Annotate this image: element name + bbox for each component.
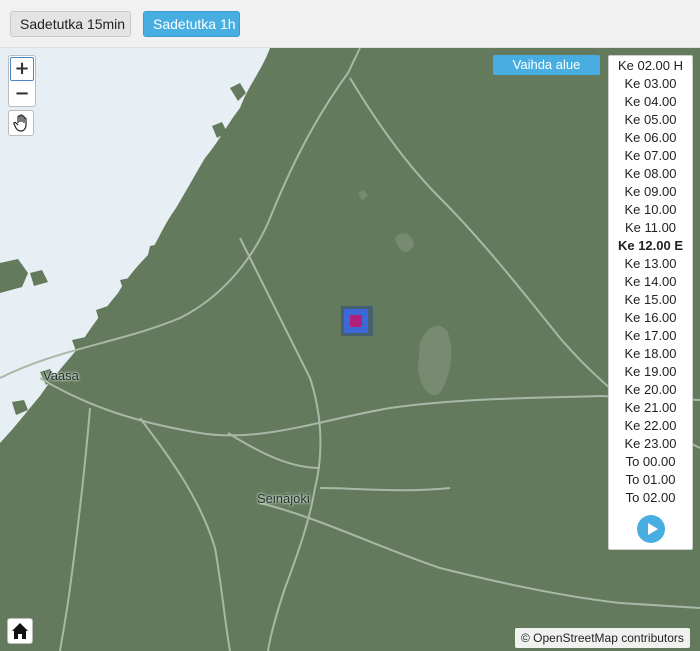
time-item[interactable]: Ke 13.00 <box>609 255 692 273</box>
time-item[interactable]: To 01.00 <box>609 471 692 489</box>
time-item[interactable]: To 00.00 <box>609 453 692 471</box>
time-item[interactable]: Ke 03.00 <box>609 75 692 93</box>
pan-tool-button[interactable] <box>8 110 34 136</box>
time-item[interactable]: Ke 02.00 H <box>609 57 692 75</box>
time-item[interactable]: Ke 20.00 <box>609 381 692 399</box>
time-item[interactable]: Ke 08.00 <box>609 165 692 183</box>
time-item[interactable]: Ke 12.00 E <box>609 237 692 255</box>
home-button[interactable] <box>7 618 33 644</box>
time-item[interactable]: Ke 19.00 <box>609 363 692 381</box>
sea-area <box>0 48 270 443</box>
time-item[interactable]: Ke 09.00 <box>609 183 692 201</box>
zoom-out-button[interactable]: − <box>10 82 34 106</box>
tab-radar-1h[interactable]: Sadetutka 1h <box>143 11 240 37</box>
time-item[interactable]: Ke 18.00 <box>609 345 692 363</box>
zoom-controls: + − <box>8 55 36 107</box>
time-item[interactable]: To 02.00 <box>609 489 692 507</box>
change-area-button[interactable]: Vaihda alue <box>493 55 600 75</box>
time-item[interactable]: Ke 14.00 <box>609 273 692 291</box>
home-icon <box>12 623 28 639</box>
time-selector-panel: Ke 02.00 H Ke 03.00 Ke 04.00 Ke 05.00 Ke 06.… <box>608 55 693 550</box>
tab-radar-15min[interactable]: Sadetutka 15min <box>10 11 131 37</box>
city-label-vaasa: Vaasa <box>43 368 79 383</box>
radar-echo <box>341 306 373 336</box>
time-item[interactable]: Ke 15.00 <box>609 291 692 309</box>
time-item[interactable]: Ke 06.00 <box>609 129 692 147</box>
lakes <box>358 190 452 396</box>
hand-pan-icon <box>13 114 27 132</box>
time-list: Ke 02.00 H Ke 03.00 Ke 04.00 Ke 05.00 Ke 06.… <box>609 57 692 507</box>
time-item[interactable]: Ke 11.00 <box>609 219 692 237</box>
time-item[interactable]: Ke 23.00 <box>609 435 692 453</box>
play-icon[interactable] <box>637 515 665 543</box>
map-base-layer <box>0 48 700 651</box>
time-item[interactable]: Ke 04.00 <box>609 93 692 111</box>
time-item[interactable]: Ke 10.00 <box>609 201 692 219</box>
time-item[interactable]: Ke 17.00 <box>609 327 692 345</box>
time-item[interactable]: Ke 05.00 <box>609 111 692 129</box>
zoom-in-button[interactable]: + <box>10 57 34 81</box>
time-item[interactable]: Ke 22.00 <box>609 417 692 435</box>
time-item[interactable]: Ke 21.00 <box>609 399 692 417</box>
time-item[interactable]: Ke 07.00 <box>609 147 692 165</box>
map-attribution[interactable]: © OpenStreetMap contributors <box>515 628 690 648</box>
tab-bar: Sadetutka 15min Sadetutka 1h <box>0 0 700 48</box>
time-item[interactable]: Ke 16.00 <box>609 309 692 327</box>
map-view[interactable]: + − Vaihda alue Ke 02.00 H Ke 03.00 Ke 04.… <box>0 48 700 651</box>
city-label-seinajoki: Seinäjoki <box>257 491 310 506</box>
